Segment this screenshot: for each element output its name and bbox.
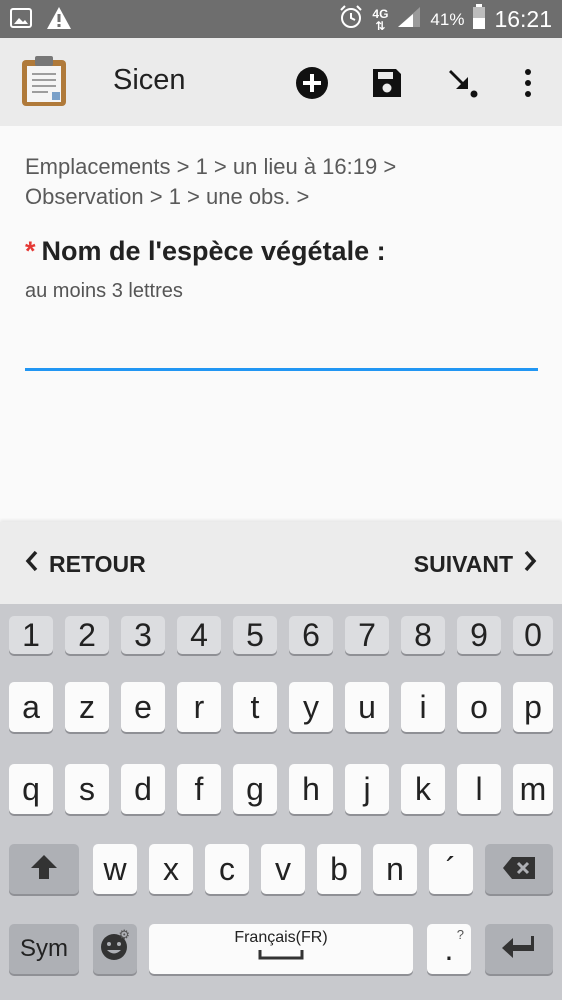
enter-key[interactable] <box>485 924 553 974</box>
app-title: Sicen <box>113 64 186 96</box>
key-k[interactable]: k <box>401 764 445 814</box>
battery-icon <box>472 4 486 35</box>
back-button-label: RETOUR <box>49 550 146 577</box>
key-y[interactable]: y <box>289 682 333 732</box>
question-mark-label: ? <box>456 927 464 942</box>
next-button[interactable]: SUIVANT <box>414 550 537 578</box>
backspace-icon <box>502 851 536 888</box>
keyboard: 1 2 3 4 5 6 7 8 9 0 a z e r t y u i o p … <box>0 604 562 1000</box>
image-icon <box>10 7 32 34</box>
key-1[interactable]: 1 <box>9 616 53 654</box>
key-b[interactable]: b <box>317 844 361 894</box>
key-j[interactable]: j <box>345 764 389 814</box>
key-7[interactable]: 7 <box>345 616 389 654</box>
save-icon[interactable] <box>368 64 406 102</box>
next-button-label: SUIVANT <box>413 550 513 577</box>
key-0[interactable]: 0 <box>513 616 553 654</box>
breadcrumb: Emplacements > 1 > un lieu à 16:19 > Obs… <box>25 152 545 212</box>
key-m[interactable]: m <box>513 764 553 814</box>
battery-percent: 41% <box>430 9 465 29</box>
add-icon[interactable] <box>293 64 331 102</box>
field-label-text: Nom de l'espèce végétale : <box>41 236 386 266</box>
key-t[interactable]: t <box>233 682 277 732</box>
backspace-key[interactable] <box>485 844 553 894</box>
key-o[interactable]: o <box>457 682 501 732</box>
emoji-key[interactable]: ⚙ <box>93 924 137 974</box>
key-u[interactable]: u <box>345 682 389 732</box>
key-d[interactable]: d <box>121 764 165 814</box>
key-s[interactable]: s <box>65 764 109 814</box>
status-bar: 4G ⇅ 41% 16:21 <box>0 0 562 38</box>
key-v[interactable]: v <box>261 844 305 894</box>
breadcrumb-line-1: Emplacements > 1 > un lieu à 16:19 > <box>25 154 397 179</box>
app-bar: Sicen <box>0 38 562 126</box>
space-key[interactable]: Français(FR) <box>149 924 413 974</box>
key-2[interactable]: 2 <box>65 616 109 654</box>
key-4[interactable]: 4 <box>177 616 221 654</box>
key-c[interactable]: c <box>205 844 249 894</box>
key-e[interactable]: e <box>121 682 165 732</box>
chevron-right-icon <box>523 550 537 578</box>
more-vert-icon[interactable] <box>509 64 547 102</box>
form-content: Emplacements > 1 > un lieu à 16:19 > Obs… <box>0 126 562 522</box>
key-6[interactable]: 6 <box>289 616 333 654</box>
key-r[interactable]: r <box>177 682 221 732</box>
settings-gear-icon: ⚙ <box>118 927 130 942</box>
shift-arrow-icon <box>30 851 58 888</box>
navigation-bar: RETOUR SUIVANT <box>0 522 562 604</box>
enter-icon <box>501 931 537 968</box>
key-a[interactable]: a <box>9 682 53 732</box>
field-hint: au moins 3 lettres <box>25 280 183 302</box>
clipboard-logo-icon <box>20 54 68 113</box>
arrow-down-right-icon[interactable] <box>443 64 481 102</box>
period-label: . <box>444 930 454 967</box>
signal-icon <box>396 5 422 34</box>
warning-icon <box>46 6 72 35</box>
breadcrumb-line-2: Observation > 1 > une obs. > <box>25 184 310 209</box>
key-g[interactable]: g <box>233 764 277 814</box>
key-5[interactable]: 5 <box>233 616 277 654</box>
shift-key[interactable] <box>9 844 79 894</box>
key-x[interactable]: x <box>149 844 193 894</box>
key-n[interactable]: n <box>373 844 417 894</box>
network-type: 4G ⇅ <box>372 6 389 33</box>
key-9[interactable]: 9 <box>457 616 501 654</box>
key-3[interactable]: 3 <box>121 616 165 654</box>
key-p[interactable]: p <box>513 682 553 732</box>
species-name-input[interactable] <box>25 328 538 371</box>
alarm-icon <box>338 4 364 35</box>
language-label: Français(FR) <box>234 929 328 946</box>
key-i[interactable]: i <box>401 682 445 732</box>
back-button[interactable]: RETOUR <box>25 550 146 578</box>
chevron-left-icon <box>25 550 39 578</box>
key-z[interactable]: z <box>65 682 109 732</box>
key-acute-accent[interactable]: ´ <box>429 844 473 894</box>
key-q[interactable]: q <box>9 764 53 814</box>
required-mark: * <box>25 236 36 266</box>
field-label: * Nom de l'espèce végétale : <box>25 236 386 267</box>
key-w[interactable]: w <box>93 844 137 894</box>
space-bar-icon <box>258 947 304 965</box>
key-h[interactable]: h <box>289 764 333 814</box>
sym-key[interactable]: Sym <box>9 924 79 974</box>
clock: 16:21 <box>494 6 552 32</box>
key-l[interactable]: l <box>457 764 501 814</box>
key-f[interactable]: f <box>177 764 221 814</box>
key-8[interactable]: 8 <box>401 616 445 654</box>
period-key[interactable]: . ? <box>427 924 471 974</box>
